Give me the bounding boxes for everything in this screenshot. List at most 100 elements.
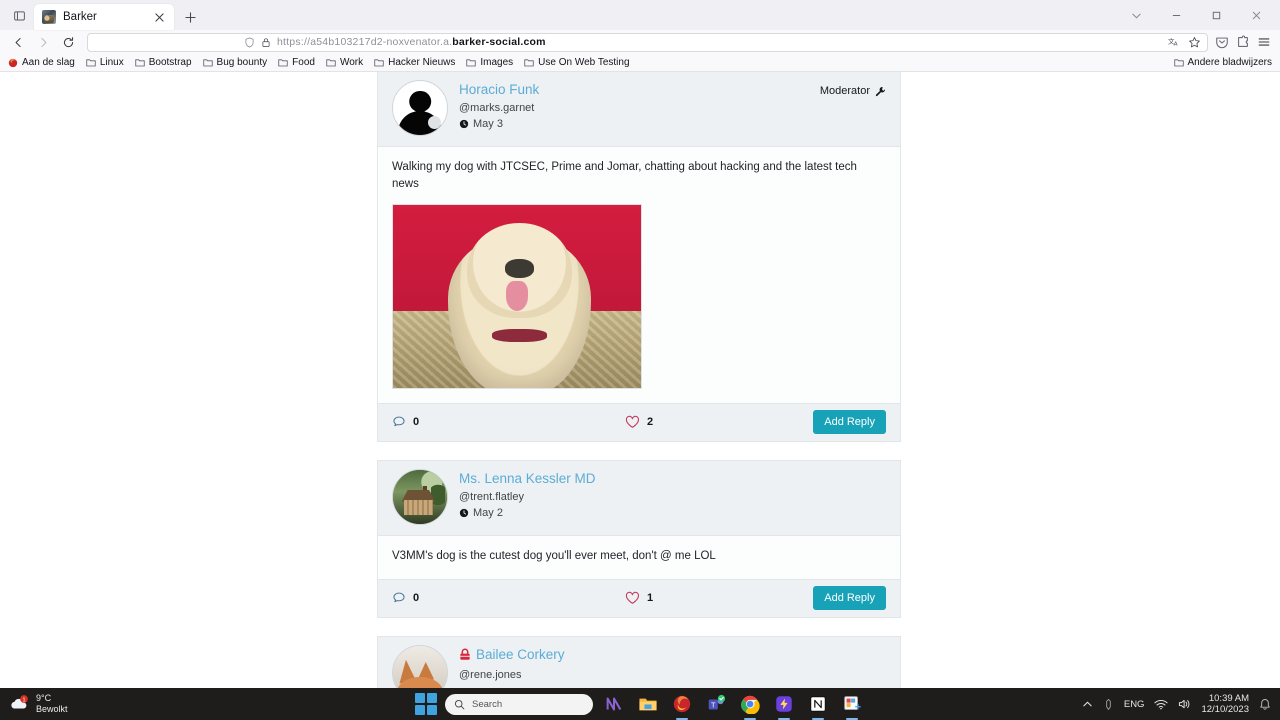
- new-tab-button[interactable]: [178, 5, 202, 29]
- like-count[interactable]: 2: [625, 415, 653, 429]
- bookmark-work[interactable]: Work: [326, 57, 363, 68]
- folder-icon: [326, 59, 336, 67]
- cloud-icon: 1: [8, 694, 30, 714]
- post-header: Ms. Lenna Kessler MD @trent.flatley May …: [378, 460, 900, 536]
- plus-icon: [184, 11, 196, 23]
- taskbar-center: Search T: [415, 691, 865, 717]
- post-author-name[interactable]: Bailee Corkery: [459, 646, 565, 664]
- bell-icon[interactable]: [1259, 698, 1271, 711]
- maximize-button[interactable]: [1196, 0, 1236, 30]
- post-author-name[interactable]: Horacio Funk: [459, 81, 539, 99]
- reload-button[interactable]: [56, 31, 80, 53]
- microsoft-teams-icon[interactable]: T: [703, 691, 729, 717]
- volume-icon[interactable]: [1178, 698, 1191, 710]
- bookmark-aan-de-slag[interactable]: Aan de slag: [8, 57, 75, 68]
- post-footer: 0 1 Add Reply: [378, 578, 900, 617]
- windows-start-icon[interactable]: [415, 693, 437, 715]
- url-text: https://a54b103217d2-noxvenator.a.barker…: [277, 36, 546, 48]
- bookmark-images[interactable]: Images: [466, 57, 513, 68]
- post-card: Bailee Corkery @rene.jones: [377, 635, 901, 688]
- close-window-button[interactable]: [1236, 0, 1276, 30]
- hamburger-menu-icon[interactable]: [1257, 35, 1271, 49]
- other-bookmarks-button[interactable]: Andere bladwijzers: [1173, 57, 1273, 68]
- copilot-icon[interactable]: [601, 691, 627, 717]
- bookmark-label: Food: [292, 57, 315, 68]
- windows-taskbar: 1 9°C Bewolkt Search T ENG 10:39 AM 12/1…: [0, 688, 1280, 720]
- reply-count[interactable]: 0: [392, 591, 419, 605]
- forward-button[interactable]: [31, 31, 55, 53]
- bookmark-label: Images: [480, 57, 514, 68]
- browser-tab[interactable]: Barker: [34, 4, 174, 30]
- folder-icon: [524, 59, 534, 67]
- avatar-silhouette[interactable]: [392, 80, 448, 136]
- post-author-handle: @trent.flatley: [459, 490, 524, 503]
- post-text: V3MM's dog is the cutest dog you'll ever…: [392, 549, 716, 562]
- screenshot-tool-icon[interactable]: [839, 691, 865, 717]
- address-bar-actions: 文 A: [1168, 36, 1201, 49]
- bookmark-linux[interactable]: Linux: [86, 57, 124, 68]
- file-explorer-icon[interactable]: [635, 691, 661, 717]
- pocket-save-icon[interactable]: [1215, 35, 1229, 49]
- back-button[interactable]: [6, 31, 30, 53]
- padlock-icon: [460, 648, 470, 661]
- avatar-house[interactable]: [392, 468, 448, 525]
- chevron-up-icon[interactable]: [1082, 699, 1093, 710]
- avatar-fox[interactable]: [392, 644, 448, 688]
- post-date-label: May 3: [473, 118, 503, 131]
- pen-icon[interactable]: [1103, 698, 1114, 711]
- star-icon[interactable]: [1188, 36, 1201, 49]
- like-count-label: 1: [646, 592, 654, 605]
- post-image[interactable]: [392, 203, 642, 389]
- shield-icon[interactable]: [244, 37, 255, 48]
- padlock-icon[interactable]: [261, 37, 271, 48]
- taskbar-search[interactable]: Search: [445, 693, 593, 715]
- bookmark-use-on-web-testing[interactable]: Use On Web Testing: [524, 57, 630, 68]
- tab-list-button[interactable]: [4, 2, 34, 28]
- reply-count-label: 0: [413, 592, 420, 605]
- post-date-label: May 2: [473, 506, 503, 519]
- address-bar[interactable]: https://a54b103217d2-noxvenator.a.barker…: [87, 32, 1208, 52]
- wifi-icon[interactable]: [1154, 699, 1169, 710]
- weather-badge-count: 1: [22, 697, 25, 703]
- bookmarks-bar: Aan de slag Linux Bootstrap Bug bounty F…: [0, 54, 1280, 72]
- language-indicator[interactable]: ENG: [1124, 699, 1145, 710]
- bookmark-bug-bounty[interactable]: Bug bounty: [202, 57, 267, 68]
- notion-icon[interactable]: [805, 691, 831, 717]
- bookmark-bootstrap[interactable]: Bootstrap: [135, 57, 192, 68]
- post-card: Horacio Funk @marks.garnet May 3 Moderat…: [377, 72, 901, 442]
- firefox-icon[interactable]: [669, 691, 695, 717]
- add-reply-button[interactable]: Add Reply: [813, 586, 886, 611]
- like-count[interactable]: 1: [625, 591, 653, 605]
- back-arrow-icon: [15, 37, 21, 47]
- post-author-label: Ms. Lenna Kessler MD: [459, 470, 596, 486]
- bookmark-food[interactable]: Food: [278, 57, 315, 68]
- taskbar-weather-widget[interactable]: 1 9°C Bewolkt: [0, 693, 200, 714]
- folder-icon: [86, 59, 96, 67]
- svg-text:T: T: [711, 700, 716, 709]
- translate-icon[interactable]: 文 A: [1168, 36, 1181, 48]
- weather-temp: 9°C: [36, 693, 52, 704]
- comment-icon: [393, 592, 405, 603]
- post-header: Horacio Funk @marks.garnet May 3 Moderat…: [378, 72, 900, 147]
- tab-title: Barker: [63, 11, 97, 23]
- other-bookmarks-label: Andere bladwijzers: [1187, 57, 1273, 68]
- minimize-button[interactable]: [1156, 0, 1196, 30]
- list-all-tabs-button[interactable]: [1116, 0, 1156, 30]
- maximize-icon: [1212, 11, 1220, 19]
- zap-app-icon[interactable]: [771, 691, 797, 717]
- add-reply-button[interactable]: Add Reply: [813, 409, 886, 435]
- taskbar-clock[interactable]: 10:39 AM 12/10/2023: [1201, 693, 1249, 716]
- google-chrome-icon[interactable]: [737, 691, 763, 717]
- extensions-icon[interactable]: [1236, 35, 1250, 49]
- bookmark-label: Bootstrap: [148, 57, 192, 68]
- post-author-handle: @marks.garnet: [459, 102, 535, 115]
- minimize-icon: [1172, 14, 1180, 16]
- taskbar-search-placeholder: Search: [472, 698, 503, 710]
- navigation-toolbar: https://a54b103217d2-noxvenator.a.barker…: [0, 30, 1280, 54]
- heart-icon: [625, 592, 639, 605]
- bookmark-hacker-nieuws[interactable]: Hacker Nieuws: [374, 57, 455, 68]
- tab-close-button[interactable]: [150, 8, 168, 26]
- folder-icon: [202, 59, 213, 67]
- post-author-name[interactable]: Ms. Lenna Kessler MD: [459, 470, 596, 488]
- reply-count[interactable]: 0: [392, 415, 419, 429]
